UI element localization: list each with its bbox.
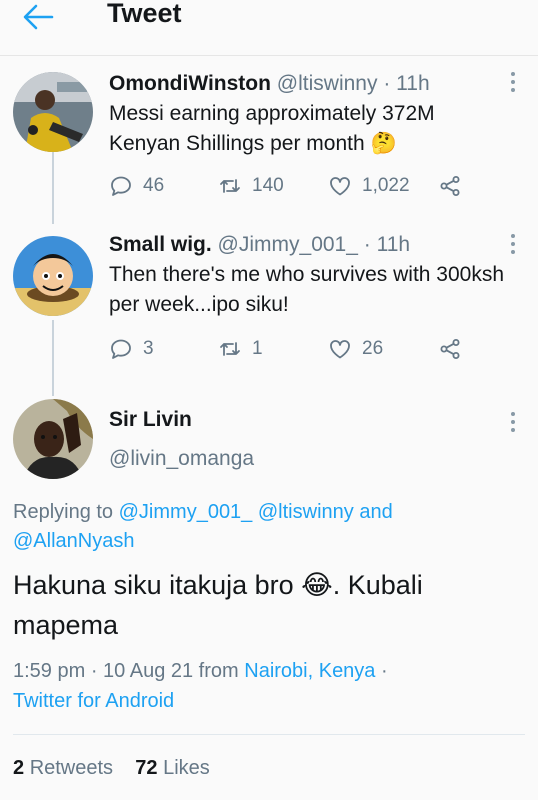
thinking-face-emoji: 🤔 xyxy=(370,132,397,155)
reply-count: 3 xyxy=(143,338,154,359)
like-total: 72 xyxy=(135,757,158,779)
page-title: Tweet xyxy=(107,0,182,28)
tweet-timestamp: 1:59 pm · 10 Aug 21 from Nairobi, Kenya … xyxy=(13,656,513,716)
more-options-icon[interactable] xyxy=(504,70,522,94)
tears-of-joy-emoji: 😂 xyxy=(301,570,333,600)
timestamp-dot: · xyxy=(381,660,388,682)
arrow-left-icon[interactable] xyxy=(20,2,56,32)
location-link[interactable]: Nairobi, Kenya xyxy=(244,660,375,682)
retweet-count: 1 xyxy=(252,338,263,359)
retweets-stat[interactable]: 2 Retweets xyxy=(13,757,113,779)
author-handle[interactable]: @ltiswinny xyxy=(277,72,378,95)
author-name[interactable]: OmondiWinston xyxy=(109,72,271,95)
mention-link[interactable]: @Jimmy_001_ xyxy=(119,501,253,523)
reply-button[interactable]: 46 xyxy=(109,173,164,199)
likes-label: Likes xyxy=(163,757,210,779)
heart-icon xyxy=(330,177,350,196)
tweet-stats: 2 Retweets 72 Likes xyxy=(13,757,210,780)
author-name[interactable]: Sir Livin xyxy=(109,408,192,431)
share-button[interactable] xyxy=(438,173,472,199)
thread-connector xyxy=(52,152,54,224)
timestamp-text: 1:59 pm · 10 Aug 21 from xyxy=(13,660,239,682)
retweet-total: 2 xyxy=(13,757,25,779)
replying-to-label: Replying to xyxy=(13,501,114,523)
retweet-count: 140 xyxy=(252,175,284,196)
top-bar: Tweet xyxy=(0,0,538,56)
replying-and: and xyxy=(359,501,393,523)
more-options-icon[interactable] xyxy=(504,410,522,434)
share-button[interactable] xyxy=(438,336,472,362)
tweet-time: · 11h xyxy=(363,233,411,256)
avatar[interactable] xyxy=(13,399,93,479)
reply-icon xyxy=(111,339,131,359)
author-handle[interactable]: @Jimmy_001_ xyxy=(218,233,358,256)
tweet-time: · 11h xyxy=(383,72,430,95)
tweet-actions: 46 140 1,022 xyxy=(109,173,529,199)
heart-icon xyxy=(330,340,350,359)
mention-link[interactable]: @ltiswinny xyxy=(258,501,354,523)
reply-count: 46 xyxy=(143,175,165,196)
main-tweet-text: Hakuna siku itakuja bro 😂. Kubali mapema xyxy=(13,565,533,645)
tweet-header: Small wig. @Jimmy_001_ · 11h xyxy=(109,233,410,257)
reply-button[interactable]: 3 xyxy=(109,336,154,362)
main-tweet-text-start: Hakuna siku itakuja bro xyxy=(13,570,294,600)
divider xyxy=(13,734,525,735)
likes-stat[interactable]: 72 Likes xyxy=(135,757,210,779)
retweet-button[interactable]: 1 xyxy=(218,336,263,362)
reply-icon xyxy=(111,176,131,196)
like-button[interactable]: 1,022 xyxy=(328,173,410,199)
avatar[interactable] xyxy=(13,72,93,152)
mention-link[interactable]: @AllanNyash xyxy=(13,530,134,552)
main-author-name[interactable]: Sir Livin xyxy=(109,408,192,432)
main-author-handle[interactable]: @livin_omanga xyxy=(109,447,254,471)
retweet-icon xyxy=(220,342,240,356)
client-link[interactable]: Twitter for Android xyxy=(13,690,174,712)
tweet-header: OmondiWinston @ltiswinny · 11h xyxy=(109,72,430,96)
author-name[interactable]: Small wig. xyxy=(109,233,212,256)
avatar[interactable] xyxy=(13,236,93,316)
tweet-actions: 3 1 26 xyxy=(109,336,529,362)
share-icon xyxy=(440,339,460,359)
thread-connector xyxy=(52,320,54,396)
more-options-icon[interactable] xyxy=(504,232,522,256)
tweet-text: Then there's me who survives with 300ksh… xyxy=(109,263,505,316)
share-icon xyxy=(440,176,460,196)
retweets-label: Retweets xyxy=(29,757,114,779)
retweet-button[interactable]: 140 xyxy=(218,173,284,199)
retweet-icon xyxy=(220,179,240,193)
like-button[interactable]: 26 xyxy=(328,336,383,362)
like-count: 1,022 xyxy=(362,175,410,196)
author-handle[interactable]: @livin_omanga xyxy=(109,447,254,470)
tweet-text: Messi earning approximately 372M Kenyan … xyxy=(109,99,509,159)
like-count: 26 xyxy=(362,338,384,359)
replying-to: Replying to @Jimmy_001_ @ltiswinny and @… xyxy=(13,498,483,556)
